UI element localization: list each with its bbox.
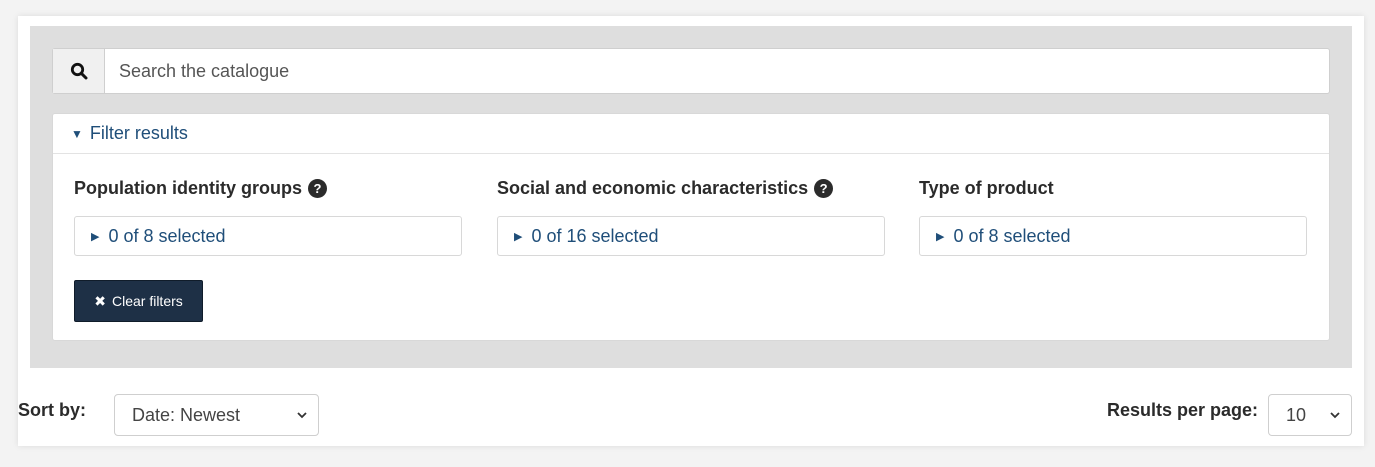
filter-panel: ▼ Filter results Population identity gro…	[52, 113, 1330, 341]
search-button[interactable]	[53, 49, 105, 93]
dropdown-summary: 0 of 8 selected	[953, 225, 1071, 246]
help-icon[interactable]: ?	[308, 178, 327, 198]
filter-header-label: Filter results	[89, 123, 188, 143]
sort-selected-value: Date: Newest	[132, 404, 241, 425]
results-per-page-select[interactable]: 10	[1268, 394, 1352, 436]
search-bar	[52, 48, 1330, 94]
population-dropdown[interactable]: ▶ 0 of 8 selected	[74, 216, 462, 256]
search-input[interactable]	[105, 49, 1329, 93]
close-icon: ✖	[94, 292, 106, 309]
filter-group-title: Social and economic characteristics ?	[497, 176, 885, 200]
filter-group-title: Population identity groups ?	[74, 176, 462, 200]
results-per-page-label: Results per page:	[1107, 400, 1259, 420]
sort-by-label: Sort by:	[18, 400, 87, 420]
chevron-down-icon	[297, 412, 307, 419]
filter-group-title: Type of product	[919, 176, 1307, 200]
dropdown-summary: 0 of 16 selected	[531, 225, 659, 246]
clear-filters-button[interactable]: ✖ Clear filters	[74, 280, 203, 322]
caret-right-icon: ▶	[936, 230, 945, 243]
search-icon	[70, 62, 87, 80]
social-economic-dropdown[interactable]: ▶ 0 of 16 selected	[497, 216, 885, 256]
filter-group-product-type: Type of product ▶ 0 of 8 selected	[919, 176, 1307, 256]
filter-group-social-economic: Social and economic characteristics ? ▶ …	[497, 176, 885, 256]
results-per-page-value: 10	[1286, 404, 1307, 425]
caret-right-icon: ▶	[514, 230, 523, 243]
filter-group-title-text: Social and economic characteristics	[497, 177, 809, 198]
catalogue-card: ▼ Filter results Population identity gro…	[18, 16, 1364, 446]
clear-filters-label: Clear filters	[111, 293, 183, 309]
dropdown-summary: 0 of 8 selected	[108, 225, 226, 246]
help-icon[interactable]: ?	[814, 178, 834, 198]
filter-group-title-text: Type of product	[919, 177, 1054, 198]
sort-select[interactable]: Date: Newest	[114, 394, 319, 436]
chevron-down-icon	[1330, 412, 1340, 419]
product-type-dropdown[interactable]: ▶ 0 of 8 selected	[919, 216, 1307, 256]
caret-right-icon: ▶	[91, 230, 100, 243]
filter-results-toggle[interactable]: ▼ Filter results	[53, 114, 1329, 154]
filter-group-population: Population identity groups ? ▶ 0 of 8 se…	[74, 176, 462, 256]
filter-group-title-text: Population identity groups	[74, 177, 302, 198]
search-panel: ▼ Filter results Population identity gro…	[30, 26, 1352, 368]
caret-down-icon: ▼	[71, 126, 83, 141]
